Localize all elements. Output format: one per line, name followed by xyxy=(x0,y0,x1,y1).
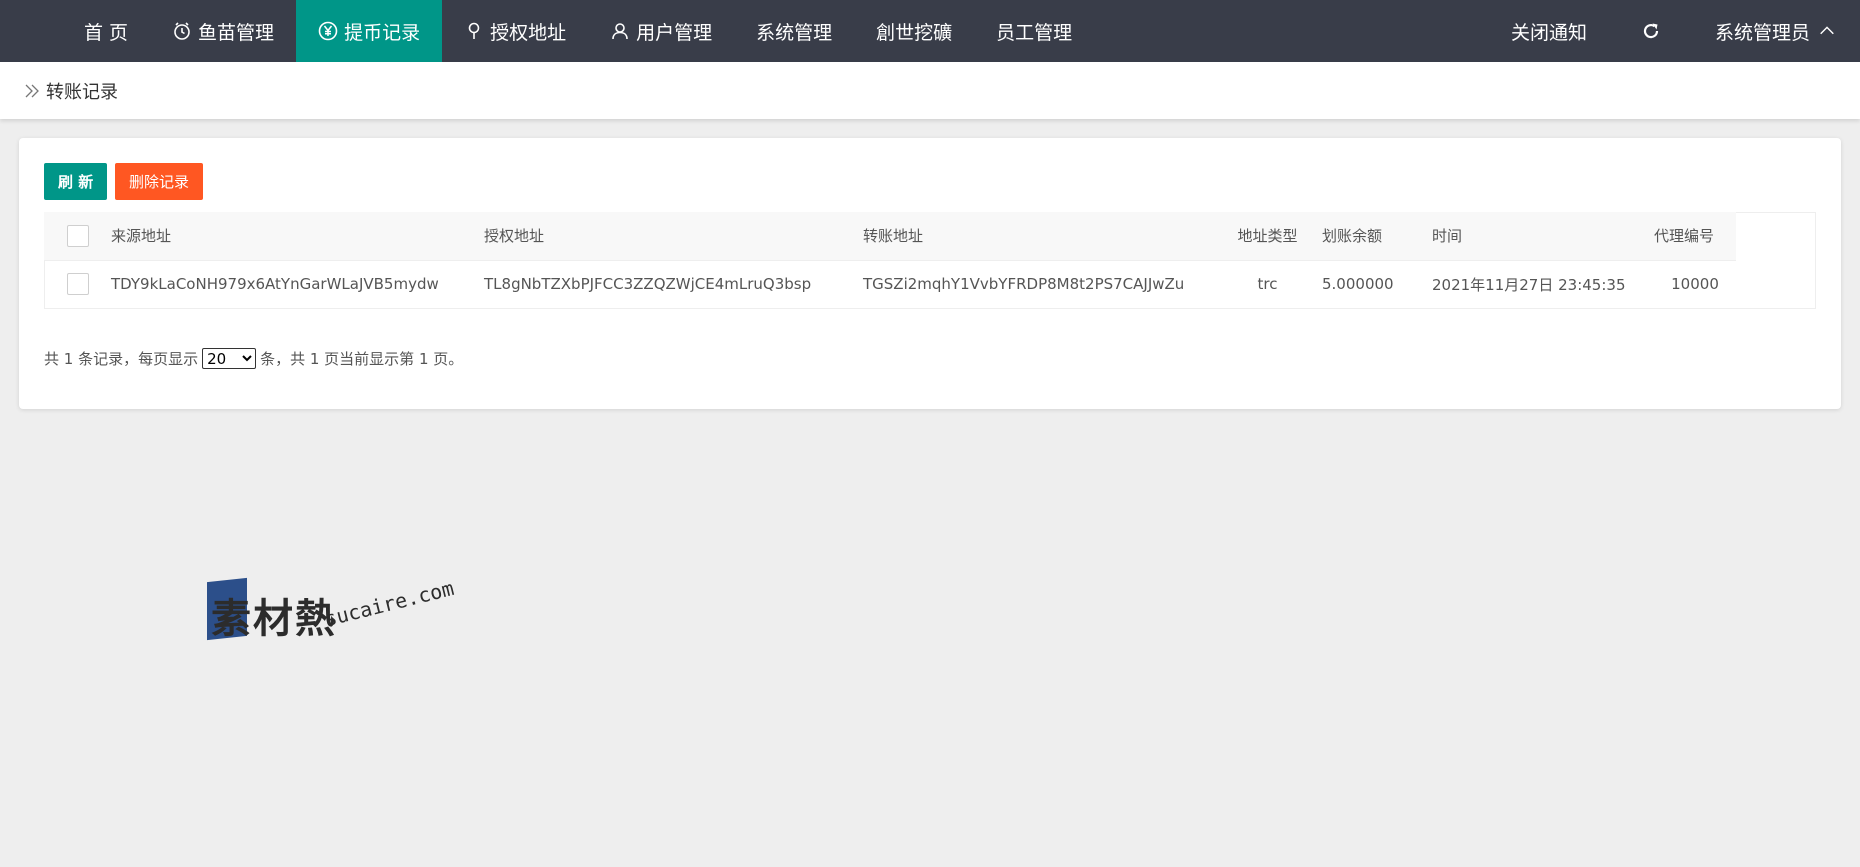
yen-circle-icon xyxy=(318,21,338,41)
nav-item-label: 鱼苗管理 xyxy=(198,21,275,44)
table-header-row: 来源地址 授权地址 转账地址 地址类型 划账余额 时间 代理编号 xyxy=(44,212,1736,260)
cell-agent-id: 10000 xyxy=(1654,259,1736,308)
nav-item-label: 授权地址 xyxy=(490,21,567,44)
header-balance: 划账余额 xyxy=(1322,227,1383,246)
select-all-checkbox[interactable] xyxy=(66,224,89,247)
nav-item-withdraw-records[interactable]: 提币记录 xyxy=(296,0,443,62)
row-select-cell xyxy=(44,259,111,308)
header-source-address: 来源地址 xyxy=(111,227,172,246)
close-notification-label: 关闭通知 xyxy=(1510,21,1587,44)
cell-source-address: TDY9kLaCoNH979x6AtYnGarWLaJVB5mydw xyxy=(111,259,484,308)
nav-item-genesis-mining[interactable]: 創世挖礦 xyxy=(854,0,974,62)
nav-item-home[interactable]: 首 页 xyxy=(62,0,150,62)
refresh-icon xyxy=(1643,23,1659,39)
top-navbar: 首 页 鱼苗管理 提币记录 授权地址 用户管理 系统管理 創世挖礦 员工管理 关… xyxy=(0,0,1860,62)
select-all-cell xyxy=(44,212,111,260)
refresh-page-button[interactable] xyxy=(1611,0,1691,62)
row-checkbox[interactable] xyxy=(66,273,89,296)
nav-item-label: 系统管理 xyxy=(756,21,833,44)
watermark-en-text: sucaire.com xyxy=(322,575,457,632)
nav-item-auth-address[interactable]: 授权地址 xyxy=(442,0,588,62)
header-time: 时间 xyxy=(1432,227,1463,246)
main-nav: 首 页 鱼苗管理 提币记录 授权地址 用户管理 系统管理 創世挖礦 员工管理 xyxy=(0,0,1094,62)
user-icon xyxy=(612,23,628,40)
watermark-cn-text: 素材熱 xyxy=(211,596,337,642)
nav-item-fry-management[interactable]: 鱼苗管理 xyxy=(150,0,296,62)
header-agent-id: 代理编号 xyxy=(1654,227,1715,246)
breadcrumb-current: 转账记录 xyxy=(46,81,118,103)
nav-right: 关闭通知 系统管理员 xyxy=(1487,0,1860,62)
pagination: 共 1 条记录，每页显示 20 条，共 1 页当前显示第 1 页。 xyxy=(44,348,463,369)
cell-address-type: trc xyxy=(1213,259,1322,308)
double-chevron-right-icon xyxy=(25,84,39,97)
pin-icon xyxy=(468,22,480,39)
page-size-select[interactable]: 20 xyxy=(202,348,257,369)
table-row: TDY9kLaCoNH979x6AtYnGarWLaJVB5mydw TL8gN… xyxy=(44,259,1736,308)
close-notification-button[interactable]: 关闭通知 xyxy=(1487,0,1611,62)
cell-balance: 5.000000 xyxy=(1322,259,1432,308)
header-address-type: 地址类型 xyxy=(1237,227,1298,246)
delete-records-button[interactable]: 删除记录 xyxy=(115,163,204,200)
pagination-suffix: 条，共 1 页当前显示第 1 页。 xyxy=(260,350,464,368)
nav-item-label: 用户管理 xyxy=(636,21,713,44)
breadcrumb: 转账记录 xyxy=(0,62,1860,119)
cell-auth-address: TL8gNbTZXbPJFCC3ZZQZWjCE4mLruQ3bsp xyxy=(484,259,863,308)
nav-item-label: 员工管理 xyxy=(996,21,1073,44)
nav-item-system-management[interactable]: 系统管理 xyxy=(734,0,854,62)
clock-icon xyxy=(174,22,190,40)
user-name: 系统管理员 xyxy=(1714,21,1810,44)
nav-item-staff-management[interactable]: 员工管理 xyxy=(974,0,1094,62)
refresh-button[interactable]: 刷 新 xyxy=(44,163,108,200)
cell-time: 2021年11月27日 23:45:35 xyxy=(1432,259,1654,308)
header-transfer-address: 转账地址 xyxy=(863,227,924,246)
user-menu[interactable]: 系统管理员 xyxy=(1691,0,1860,62)
cell-transfer-address: TGSZi2mqhY1VvbYFRDP8M8t2PS7CAJJwZu xyxy=(863,259,1213,308)
watermark-logo: 素材熱 sucaire.com xyxy=(207,576,467,642)
pagination-prefix: 共 1 条记录，每页显示 xyxy=(44,350,199,368)
records-table: 来源地址 授权地址 转账地址 地址类型 划账余额 时间 代理编号 TDY9kLa… xyxy=(44,212,1736,308)
content-card: 刷 新 删除记录 来源地址 授权地址 转账地址 地址类型 划账余额 时间 代理编… xyxy=(19,138,1841,409)
nav-item-label: 創世挖礦 xyxy=(876,21,953,44)
chevron-up-icon xyxy=(1820,26,1834,35)
nav-item-user-management[interactable]: 用户管理 xyxy=(588,0,734,62)
nav-item-label: 提币记录 xyxy=(344,21,421,44)
header-auth-address: 授权地址 xyxy=(484,227,545,246)
nav-item-label: 首 页 xyxy=(84,21,129,44)
